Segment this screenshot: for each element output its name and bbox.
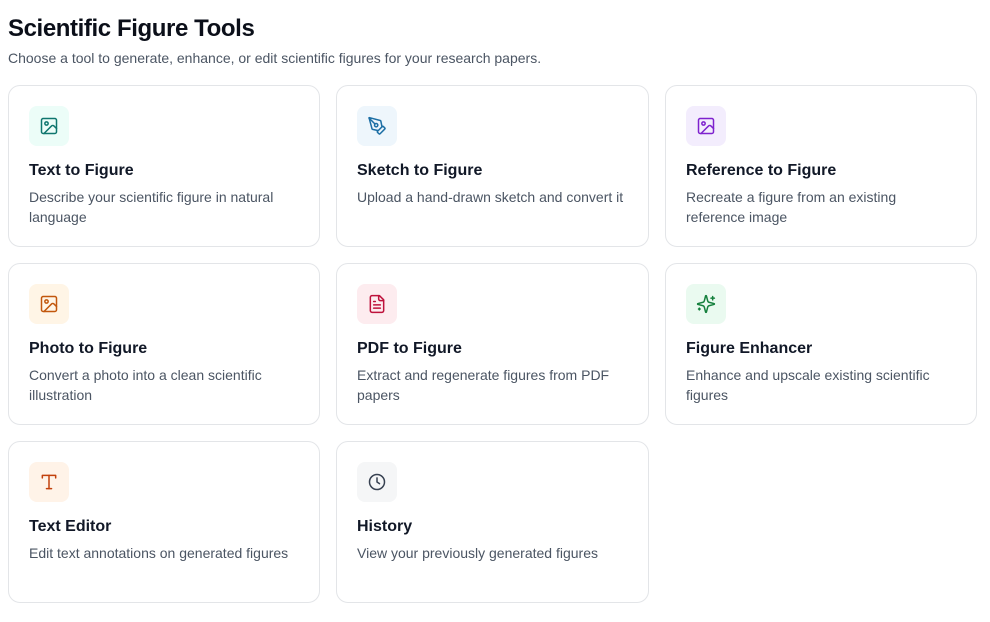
tool-title: PDF to Figure <box>357 340 462 357</box>
icon-tile <box>357 284 397 324</box>
icon-tile <box>357 462 397 502</box>
pen-tool-icon <box>368 116 386 135</box>
tool-card-figure-enhancer[interactable]: Figure Enhancer Enhance and upscale exis… <box>665 263 977 425</box>
tool-description: Enhance and upscale existing scientific … <box>686 367 930 403</box>
clock-icon <box>368 473 386 491</box>
icon-tile <box>29 462 69 502</box>
tool-description: Describe your scientific figure in natur… <box>29 189 274 225</box>
sparkles-icon <box>696 294 716 314</box>
file-text-icon <box>369 294 385 314</box>
tool-card-history[interactable]: History View your previously generated f… <box>336 441 649 603</box>
page: Scientific Figure Tools Choose a tool to… <box>0 0 990 622</box>
type-icon <box>41 474 57 490</box>
tool-description: Edit text annotations on generated figur… <box>29 545 289 561</box>
tool-card-photo-to-figure[interactable]: Photo to Figure Convert a photo into a c… <box>8 263 320 425</box>
tool-card-pdf-to-figure[interactable]: PDF to Figure Extract and regenerate fig… <box>336 263 649 425</box>
tool-title: Figure Enhancer <box>686 340 813 357</box>
icon-tile <box>29 284 69 324</box>
tool-grid: Text to Figure Describe your scientific … <box>8 85 977 603</box>
image-icon <box>40 117 58 135</box>
tool-title: Sketch to Figure <box>357 162 483 179</box>
tool-title: Photo to Figure <box>29 340 148 357</box>
icon-tile <box>686 284 726 324</box>
tool-description: Extract and regenerate figures from PDF … <box>357 367 610 403</box>
page-title: Scientific Figure Tools <box>8 15 255 42</box>
tool-description: Convert a photo into a clean scientific … <box>29 367 262 403</box>
tool-card-text-editor[interactable]: Text Editor Edit text annotations on gen… <box>8 441 320 603</box>
tool-description: Upload a hand-drawn sketch and convert i… <box>357 189 624 205</box>
icon-tile <box>357 106 397 146</box>
tool-title: Text to Figure <box>29 162 134 179</box>
tool-card-text-to-figure[interactable]: Text to Figure Describe your scientific … <box>8 85 320 247</box>
icon-tile <box>29 106 69 146</box>
page-subtitle: Choose a tool to generate, enhance, or e… <box>8 50 542 66</box>
tool-description: Recreate a figure from an existing refer… <box>686 189 897 225</box>
tool-title: Text Editor <box>29 518 112 535</box>
image-icon <box>697 117 715 135</box>
tool-title: Reference to Figure <box>686 162 837 179</box>
tool-card-sketch-to-figure[interactable]: Sketch to Figure Upload a hand-drawn ske… <box>336 85 649 247</box>
tool-card-reference-to-figure[interactable]: Reference to Figure Recreate a figure fr… <box>665 85 977 247</box>
tool-title: History <box>357 518 413 535</box>
icon-tile <box>686 106 726 146</box>
tool-description: View your previously generated figures <box>357 545 598 561</box>
image-icon <box>40 295 58 313</box>
